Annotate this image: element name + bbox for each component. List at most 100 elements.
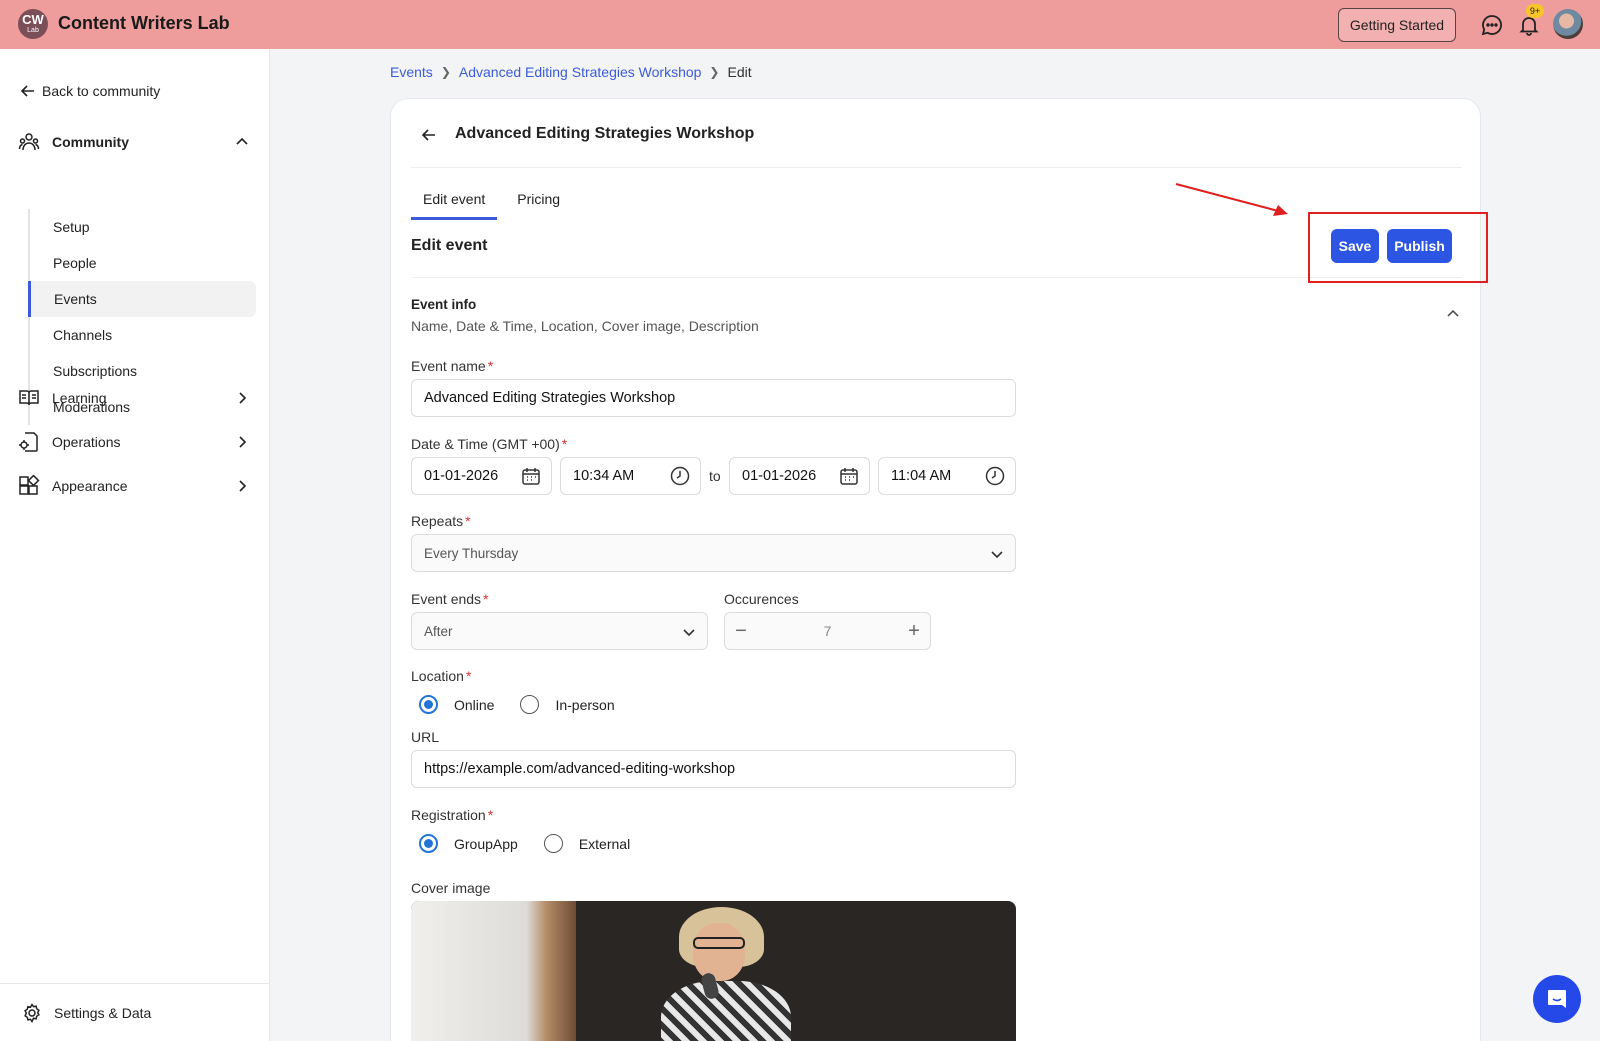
collapse-chevron-up-icon[interactable]	[1445, 305, 1461, 321]
event-ends-label: Event ends *	[411, 591, 489, 607]
radio-unselected[interactable]	[543, 834, 563, 853]
card-header: Advanced Editing Strategies Workshop	[411, 121, 1462, 168]
appearance-icon	[19, 475, 40, 495]
getting-started-button[interactable]: Getting Started	[1338, 8, 1456, 42]
repeats-label: Repeats *	[411, 513, 471, 529]
cover-person-body	[661, 981, 791, 1041]
operations-icon	[19, 432, 38, 452]
user-avatar[interactable]	[1553, 9, 1583, 39]
app-title[interactable]: Content Writers Lab	[58, 13, 230, 34]
end-time-value: 11:04 AM	[891, 468, 952, 484]
event-name-label: Event name *	[411, 358, 494, 374]
url-label: URL	[411, 729, 440, 745]
cover-image-label: Cover image	[411, 880, 491, 896]
annotation-highlight-box	[1308, 212, 1488, 283]
sidebar-item-channels[interactable]: Channels	[28, 317, 258, 353]
radio-selected[interactable]	[419, 695, 438, 714]
sidebar-item-people[interactable]: People	[28, 245, 258, 281]
settings-and-data-link[interactable]: Settings & Data	[0, 983, 269, 1041]
chat-support-button[interactable]	[1533, 975, 1581, 1023]
occurences-value[interactable]: 7	[757, 623, 898, 639]
repeats-select[interactable]: Every Thursday	[411, 534, 1016, 572]
event-ends-value: After	[424, 623, 453, 639]
tab-pricing[interactable]: Pricing	[505, 187, 572, 220]
clock-icon[interactable]	[985, 466, 1005, 486]
sidebar-item-appearance[interactable]: Appearance	[18, 475, 250, 497]
to-label: to	[709, 468, 721, 484]
sidebar-item-setup[interactable]: Setup	[28, 209, 258, 245]
settings-label: Settings & Data	[54, 1004, 152, 1021]
sidebar-item-subscriptions[interactable]: Subscriptions	[28, 353, 258, 389]
occurences-stepper[interactable]: − 7 +	[724, 612, 931, 650]
external-label: External	[578, 835, 631, 852]
appearance-label: Appearance	[52, 478, 128, 494]
cover-image[interactable]	[411, 901, 1016, 1041]
chevron-down-icon	[683, 629, 695, 637]
registration-groupapp-option[interactable]: GroupApp	[419, 834, 518, 853]
cover-person-glasses	[693, 937, 745, 949]
chevron-right-icon	[239, 392, 247, 404]
sidebar-item-learning[interactable]: Learning	[18, 387, 250, 409]
cover-background	[411, 901, 576, 1041]
clock-icon[interactable]	[670, 466, 690, 486]
radio-unselected[interactable]	[520, 695, 540, 714]
end-date-input[interactable]: 01-01-2026	[729, 457, 870, 495]
location-inperson-option[interactable]: In-person	[520, 695, 615, 714]
registration-radio-group: GroupApp External	[419, 834, 656, 853]
registration-label: Registration *	[411, 807, 494, 823]
logo-subtext: Lab	[27, 27, 39, 34]
chat-bubble-icon	[1548, 990, 1566, 1008]
calendar-icon[interactable]	[839, 466, 859, 486]
book-icon	[19, 390, 39, 406]
start-date-input[interactable]: 01-01-2026	[411, 457, 552, 495]
annotation-arrow	[1175, 183, 1288, 216]
chevron-right-icon: ❯	[709, 65, 720, 79]
start-time-value: 10:34 AM	[573, 468, 635, 484]
divider	[411, 277, 1462, 278]
notification-badge: 9+	[1526, 4, 1544, 18]
groupapp-label: GroupApp	[454, 835, 518, 852]
chevron-up-icon[interactable]	[234, 134, 250, 150]
tab-edit-event[interactable]: Edit event	[411, 187, 498, 220]
online-label: Online	[454, 696, 495, 713]
cover-person-face	[693, 923, 745, 981]
datetime-label: Date & Time (GMT +00) *	[411, 436, 568, 452]
sidebar-item-operations[interactable]: Operations	[18, 431, 250, 453]
chat-icon[interactable]	[1480, 13, 1504, 37]
sidebar-item-community[interactable]: Community	[18, 131, 250, 153]
chevron-right-icon	[239, 436, 247, 448]
community-label: Community	[52, 134, 129, 150]
inperson-label: In-person	[555, 696, 615, 713]
tabs: Edit event Pricing	[411, 187, 580, 220]
breadcrumb-events[interactable]: Events	[390, 64, 433, 80]
registration-external-option[interactable]: External	[543, 834, 631, 853]
end-time-input[interactable]: 11:04 AM	[878, 457, 1016, 495]
operations-label: Operations	[52, 434, 121, 450]
location-online-option[interactable]: Online	[419, 695, 494, 714]
back-arrow-icon[interactable]	[421, 127, 437, 143]
community-logo[interactable]: CW Lab	[18, 9, 48, 39]
start-time-input[interactable]: 10:34 AM	[560, 457, 701, 495]
calendar-icon[interactable]	[521, 466, 541, 486]
minus-icon[interactable]: −	[725, 620, 757, 643]
occurences-label: Occurences	[724, 591, 799, 607]
back-to-community-link[interactable]: Back to community	[20, 83, 160, 99]
location-label: Location *	[411, 668, 472, 684]
breadcrumb: Events ❯ Advanced Editing Strategies Wor…	[390, 64, 752, 80]
event-info-title: Event info	[411, 297, 477, 312]
sidebar-item-events[interactable]: Events	[28, 281, 256, 317]
start-date-value: 01-01-2026	[424, 468, 499, 484]
radio-selected[interactable]	[419, 834, 438, 853]
chevron-right-icon: ❯	[440, 65, 451, 79]
url-input[interactable]: https://example.com/advanced-editing-wor…	[411, 750, 1016, 788]
breadcrumb-workshop[interactable]: Advanced Editing Strategies Workshop	[459, 64, 702, 80]
sidebar: Back to community Community Setup People…	[0, 49, 270, 1041]
event-name-input[interactable]: Advanced Editing Strategies Workshop	[411, 379, 1016, 417]
arrow-left-icon	[20, 85, 34, 97]
section-title: Edit event	[411, 237, 488, 254]
event-ends-select[interactable]: After	[411, 612, 708, 650]
end-date-value: 01-01-2026	[742, 468, 817, 484]
repeats-value: Every Thursday	[424, 545, 519, 561]
plus-icon[interactable]: +	[898, 620, 930, 643]
breadcrumb-current: Edit	[727, 64, 752, 80]
